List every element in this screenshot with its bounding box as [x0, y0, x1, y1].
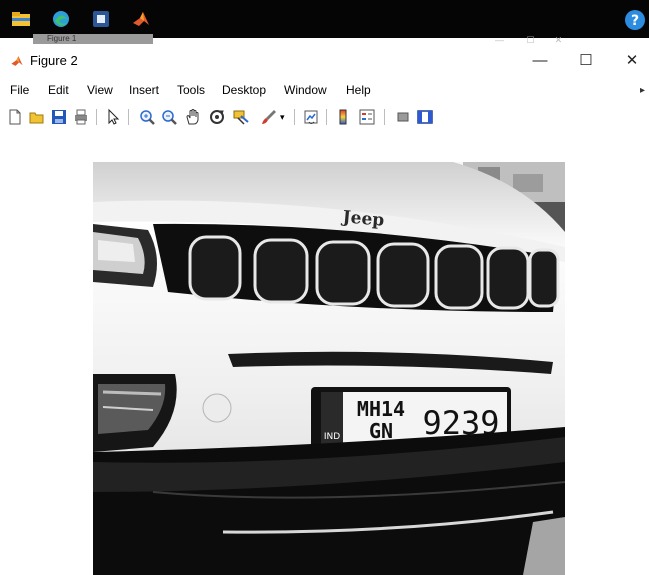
- pointer-icon[interactable]: [104, 108, 122, 126]
- save-icon[interactable]: [50, 108, 68, 126]
- brush-icon[interactable]: [260, 108, 278, 126]
- hide-plot-tools-icon[interactable]: [394, 108, 412, 126]
- close-button[interactable]: ✕: [619, 49, 645, 73]
- edge-browser-icon[interactable]: [51, 9, 71, 29]
- file-explorer-icon[interactable]: [11, 9, 31, 29]
- menu-bar: File Edit View Insert Tools Desktop Wind…: [0, 80, 649, 102]
- window-titlebar: Figure 2 — ☐ ✕: [0, 46, 649, 76]
- new-figure-icon[interactable]: [6, 108, 24, 126]
- grayscale-car-image: Jeep IND MH14 GN 9239: [93, 162, 565, 575]
- toolbar-separator: [326, 109, 327, 125]
- menu-help[interactable]: Help: [346, 83, 371, 97]
- menu-window[interactable]: Window: [284, 83, 327, 97]
- rotate-3d-icon[interactable]: [208, 108, 226, 126]
- background-window-tab[interactable]: Figure 1: [33, 34, 153, 44]
- plate-line2: GN: [369, 419, 393, 443]
- menu-file[interactable]: File: [10, 83, 29, 97]
- toolbar-separator: [128, 109, 129, 125]
- insert-legend-icon[interactable]: [358, 108, 376, 126]
- print-icon[interactable]: [72, 108, 90, 126]
- menu-tools[interactable]: Tools: [177, 83, 205, 97]
- data-cursor-icon[interactable]: [232, 108, 250, 126]
- menu-view[interactable]: View: [87, 83, 113, 97]
- open-file-icon[interactable]: [28, 108, 46, 126]
- menu-desktop[interactable]: Desktop: [222, 83, 266, 97]
- plate-line1: MH14: [357, 397, 405, 421]
- menu-edit[interactable]: Edit: [48, 83, 69, 97]
- window-title: Figure 2: [30, 53, 78, 68]
- word-document-icon[interactable]: [91, 9, 111, 29]
- background-window-controls: — ☐ ✕: [495, 35, 563, 45]
- help-icon[interactable]: ?: [624, 9, 646, 31]
- matlab-figure-icon: [11, 56, 23, 66]
- toolbar-separator: [96, 109, 97, 125]
- toolbar-separator: [384, 109, 385, 125]
- brush-dropdown-icon[interactable]: ▾: [280, 108, 298, 126]
- image-axes[interactable]: Jeep IND MH14 GN 9239: [93, 162, 565, 575]
- svg-text:?: ?: [631, 13, 639, 29]
- jeep-badge: Jeep: [340, 207, 385, 231]
- menu-overflow-icon[interactable]: ▸: [640, 85, 645, 96]
- toolbar-separator: [294, 109, 295, 125]
- minimize-button[interactable]: —: [527, 49, 553, 73]
- pan-icon[interactable]: [184, 108, 202, 126]
- zoom-in-icon[interactable]: [138, 108, 156, 126]
- zoom-out-icon[interactable]: [160, 108, 178, 126]
- taskbar: ?: [0, 0, 649, 38]
- matlab-icon[interactable]: [131, 9, 151, 29]
- background-tab-label: Figure 1: [47, 34, 77, 43]
- plate-country: IND: [324, 432, 340, 442]
- link-plot-icon[interactable]: [302, 108, 320, 126]
- figure-toolbar: ▾: [0, 105, 649, 131]
- insert-colorbar-icon[interactable]: [334, 108, 352, 126]
- maximize-button[interactable]: ☐: [573, 49, 599, 73]
- menu-insert[interactable]: Insert: [129, 83, 159, 97]
- show-plot-tools-icon[interactable]: [416, 108, 434, 126]
